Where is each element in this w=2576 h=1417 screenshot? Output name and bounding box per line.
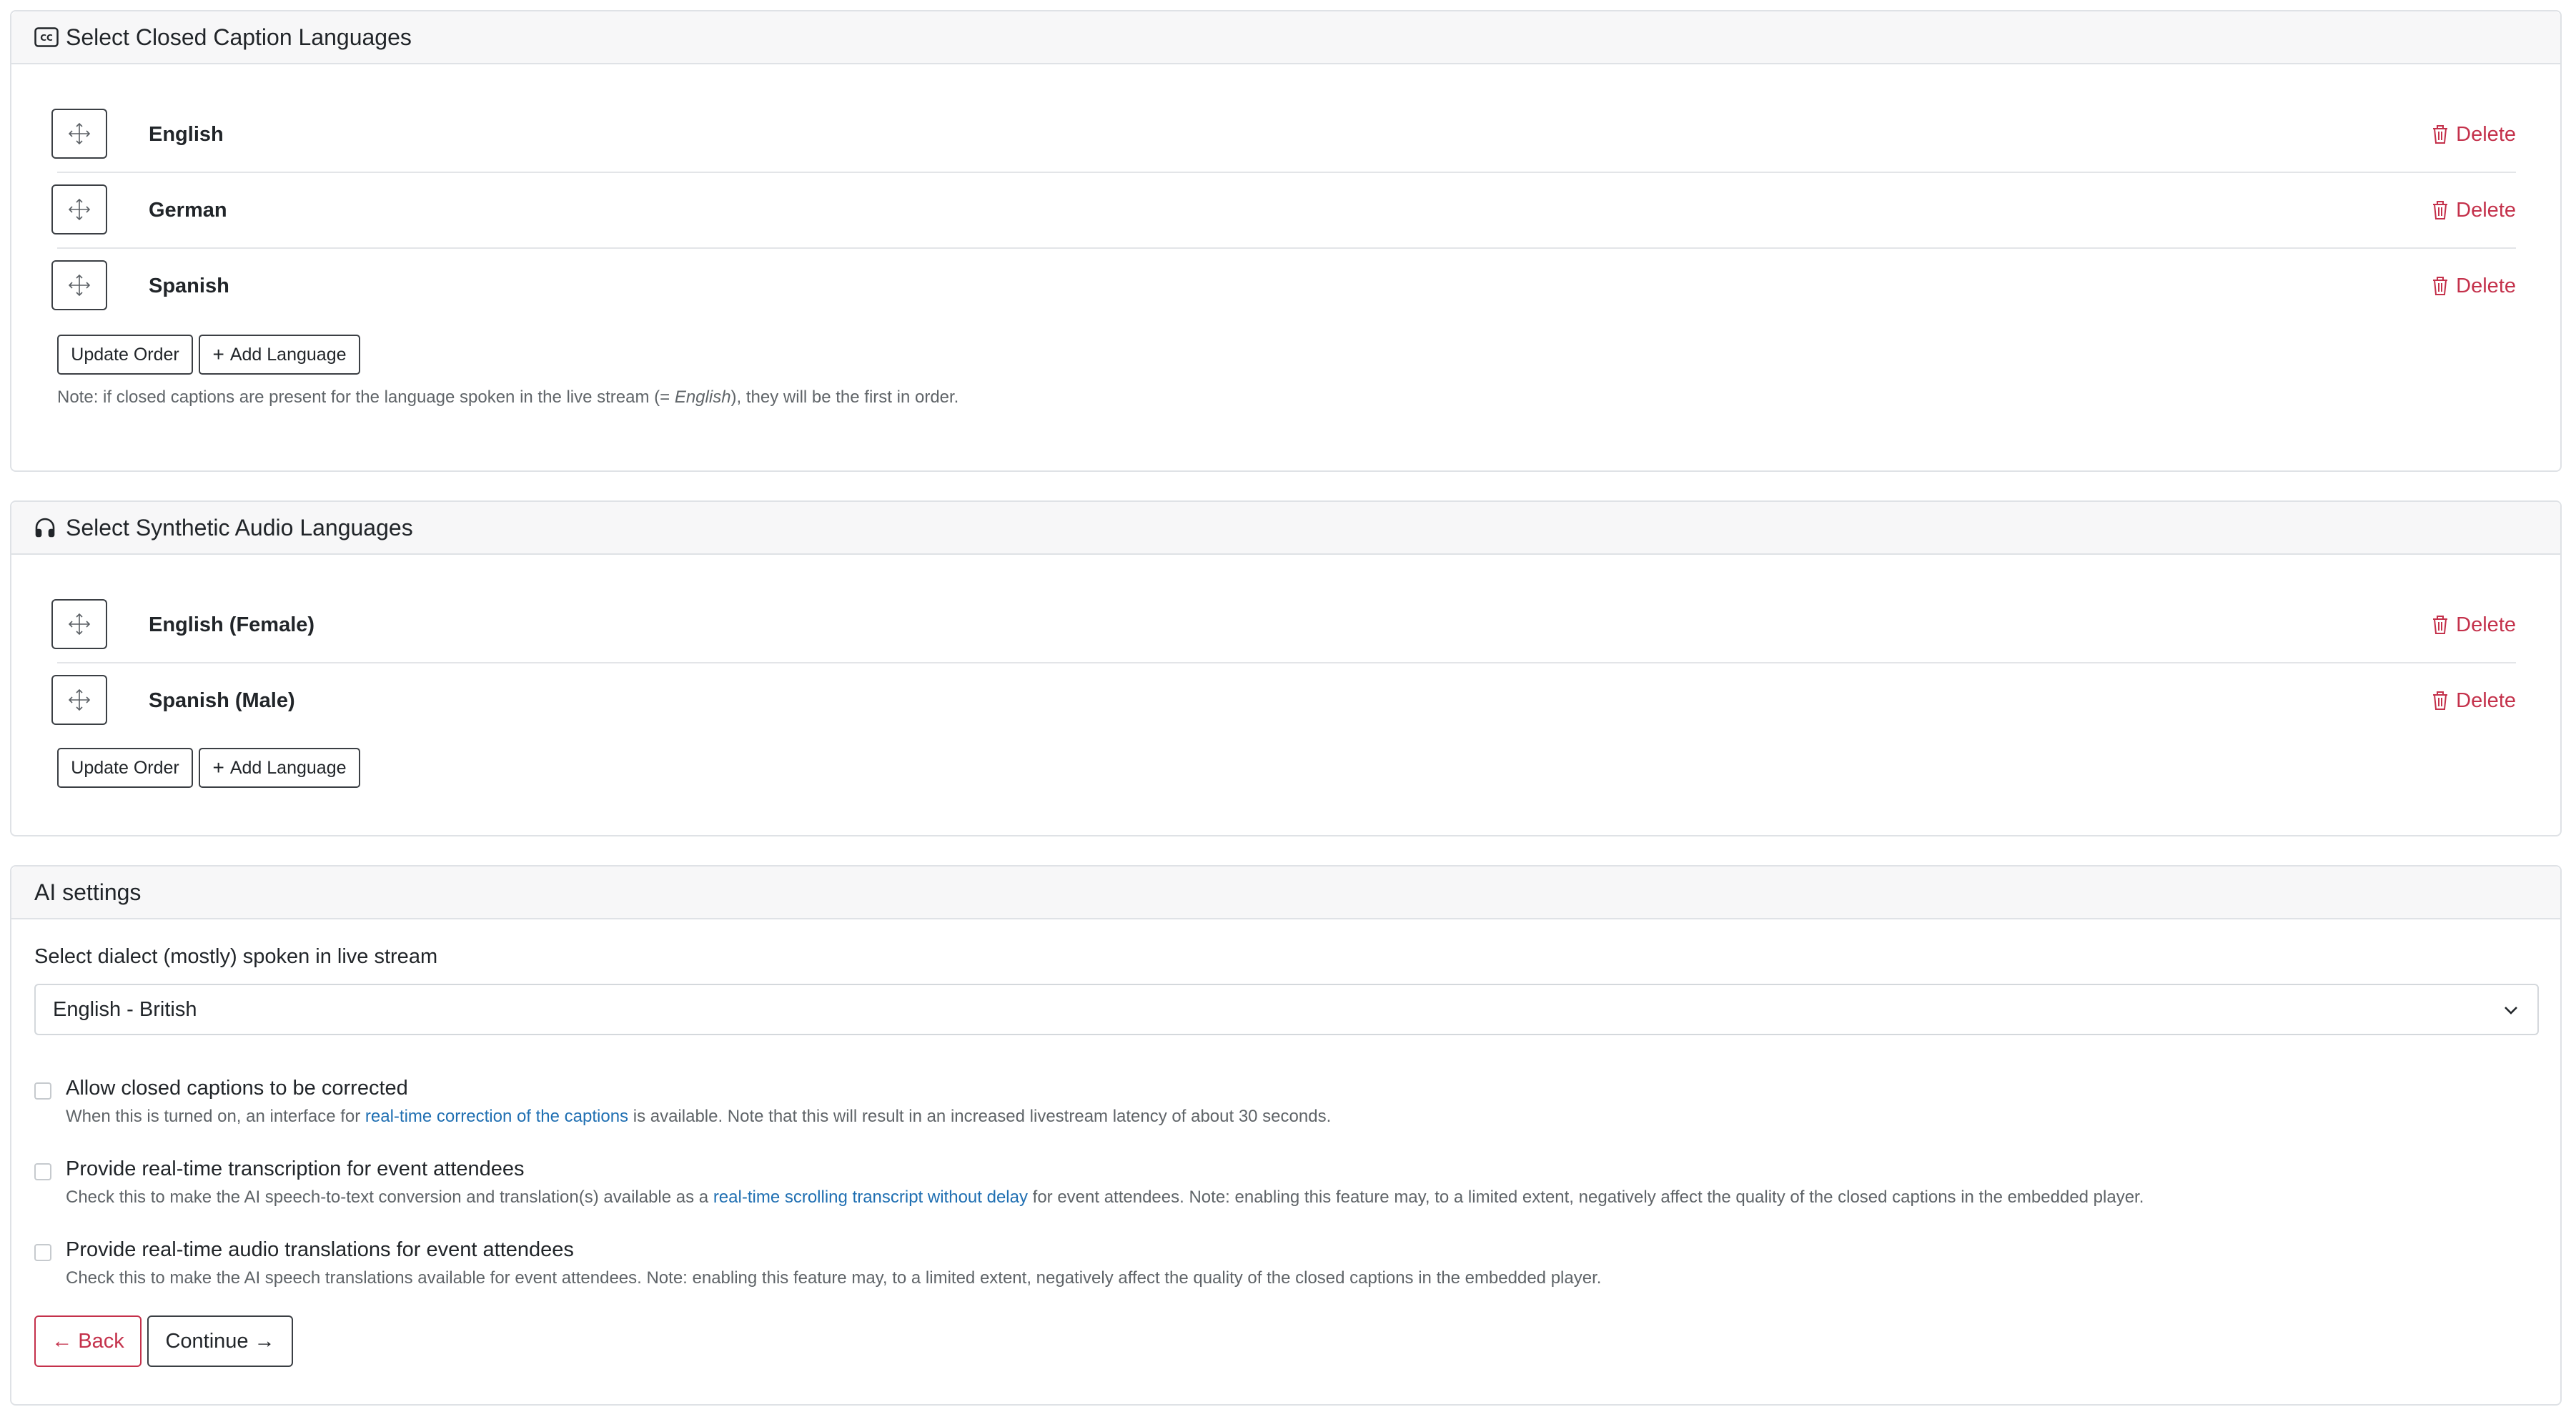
trash-icon [2433, 616, 2448, 634]
language-name: Spanish [149, 274, 229, 297]
ai-settings-card: AI settings Select dialect (mostly) spok… [10, 865, 2562, 1406]
note-text-end: ), they will be the first in order. [730, 387, 959, 407]
language-row: Spanish (Male) Delete [51, 663, 2516, 738]
correction-link[interactable]: real-time correction of the captions [365, 1107, 628, 1126]
note-text: Note: if closed captions are present for… [57, 387, 675, 407]
delete-label: Delete [2456, 688, 2516, 712]
delete-button[interactable]: Delete [2432, 199, 2516, 222]
transcript-link[interactable]: real-time scrolling transcript without d… [713, 1188, 1028, 1207]
add-language-button[interactable]: + Add Language [199, 335, 360, 375]
closed-caption-header: CC Select Closed Caption Languages [11, 11, 2560, 64]
svg-text:CC: CC [40, 33, 53, 43]
update-order-button[interactable]: Update Order [57, 335, 193, 375]
add-language-label: Add Language [229, 344, 347, 365]
back-label: Back [78, 1329, 124, 1353]
trash-icon [2433, 201, 2448, 219]
dialect-label: Select dialect (mostly) spoken in live s… [34, 945, 438, 968]
option-description: Check this to make the AI speech transla… [66, 1268, 1602, 1288]
cc-icon: CC [34, 25, 59, 49]
drag-handle-icon[interactable] [51, 260, 107, 310]
plus-icon: + [212, 343, 224, 365]
desc-text: Check this to make the AI speech-to-text… [66, 1188, 713, 1207]
headphones-icon [34, 515, 59, 540]
drag-handle-icon[interactable] [51, 184, 107, 234]
desc-text-end: is available. Note that this will result… [628, 1107, 1332, 1126]
delete-label: Delete [2456, 122, 2516, 146]
note-language: English [674, 387, 731, 407]
language-name: English (Female) [149, 613, 315, 636]
dialect-select[interactable]: English - British [34, 984, 2539, 1035]
drag-handle-icon[interactable] [51, 675, 107, 725]
synthetic-audio-card: Select Synthetic Audio Languages English… [10, 500, 2562, 836]
desc-text: When this is turned on, an interface for [66, 1107, 365, 1126]
dialect-value: English - British [53, 997, 197, 1021]
synthetic-audio-title: Select Synthetic Audio Languages [66, 514, 413, 540]
arrow-left-icon: ← [51, 1329, 73, 1353]
correct-captions-checkbox[interactable] [34, 1082, 51, 1100]
continue-label: Continue [165, 1329, 249, 1353]
audio-translations-checkbox[interactable] [34, 1244, 51, 1261]
language-name: German [149, 198, 227, 222]
option-title: Allow closed captions to be corrected [66, 1077, 408, 1100]
option-title: Provide real-time transcription for even… [66, 1157, 525, 1180]
closed-caption-title: Select Closed Caption Languages [66, 24, 412, 50]
delete-button[interactable]: Delete [2432, 689, 2516, 713]
delete-button[interactable]: Delete [2432, 275, 2516, 298]
plus-icon: + [212, 756, 224, 779]
arrow-right-icon: → [254, 1329, 275, 1353]
caption-order-note: Note: if closed captions are present for… [57, 387, 958, 408]
language-row: English (Female) Delete [51, 588, 2516, 663]
chevron-down-icon [2502, 1001, 2520, 1025]
add-language-label: Add Language [229, 757, 347, 778]
back-button[interactable]: ← Back [34, 1315, 142, 1367]
update-order-button[interactable]: Update Order [57, 748, 193, 788]
drag-handle-icon[interactable] [51, 599, 107, 649]
realtime-transcription-checkbox[interactable] [34, 1163, 51, 1180]
language-row: Spanish Delete [51, 249, 2516, 323]
trash-icon [2433, 691, 2448, 710]
trash-icon [2433, 125, 2448, 144]
delete-button[interactable]: Delete [2432, 123, 2516, 147]
ai-settings-header: AI settings [11, 867, 2560, 919]
option-description: Check this to make the AI speech-to-text… [66, 1188, 2144, 1208]
closed-caption-card: CC Select Closed Caption Languages Engli… [10, 10, 2562, 472]
option-description: When this is turned on, an interface for… [66, 1107, 1331, 1127]
drag-handle-icon[interactable] [51, 109, 107, 159]
language-name: Spanish (Male) [149, 688, 295, 712]
desc-text-end: for event attendees. Note: enabling this… [1027, 1188, 2144, 1207]
option-title: Provide real-time audio translations for… [66, 1238, 574, 1261]
trash-icon [2433, 277, 2448, 295]
continue-button[interactable]: Continue → [147, 1315, 293, 1367]
language-row: German Delete [51, 173, 2516, 249]
delete-label: Delete [2456, 198, 2516, 222]
language-row: English Delete [51, 97, 2516, 173]
language-name: English [149, 122, 224, 146]
synthetic-audio-header: Select Synthetic Audio Languages [11, 502, 2560, 555]
delete-button[interactable]: Delete [2432, 613, 2516, 637]
add-language-button[interactable]: + Add Language [199, 748, 360, 788]
ai-settings-title: AI settings [34, 879, 142, 905]
delete-label: Delete [2456, 613, 2516, 636]
delete-label: Delete [2456, 274, 2516, 297]
